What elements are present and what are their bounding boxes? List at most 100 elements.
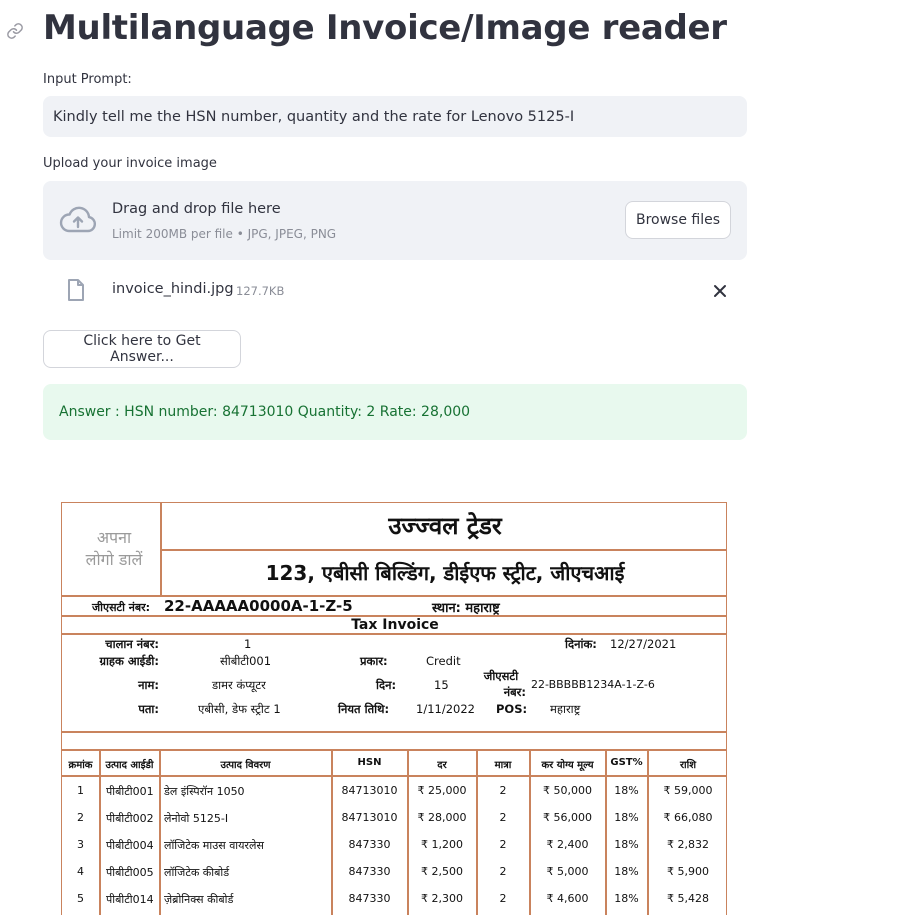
invoice-type-value: Credit bbox=[426, 654, 461, 668]
invoice-place: स्थान: महाराष्ट्र bbox=[432, 601, 500, 616]
answer-text: Answer : HSN number: 84713010 Quantity: … bbox=[59, 404, 471, 420]
cell-rate: ₹ 2,300 bbox=[421, 892, 463, 905]
customer-address-label: पता: bbox=[138, 702, 159, 716]
table-header-quantity: मात्रा bbox=[494, 760, 512, 771]
cell-quantity: 2 bbox=[499, 838, 507, 851]
customer-name-value: डामर कंप्यूटर bbox=[212, 678, 266, 692]
table-header-hsn: HSN bbox=[357, 757, 382, 768]
logo-text-line1: अपना bbox=[96, 528, 132, 547]
get-answer-button[interactable]: Click here to Get Answer... bbox=[43, 330, 241, 368]
close-icon[interactable] bbox=[711, 282, 729, 300]
customer-gst-label-line1: जीएसटी bbox=[483, 669, 519, 683]
table-header-serial: क्रमांक bbox=[68, 760, 93, 771]
invoice-date-value: 12/27/2021 bbox=[610, 637, 677, 651]
cell-product-id: पीबीटी005 bbox=[106, 866, 154, 879]
cell-quantity: 2 bbox=[499, 892, 507, 905]
cloud-upload-icon bbox=[59, 206, 97, 233]
customer-name-label: नाम: bbox=[138, 678, 159, 692]
cell-serial: 2 bbox=[77, 811, 84, 824]
table-header-gst: GST% bbox=[610, 757, 643, 768]
cell-gst: 18% bbox=[614, 892, 639, 905]
cell-amount: ₹ 5,428 bbox=[667, 892, 709, 905]
cell-gst: 18% bbox=[614, 784, 639, 797]
prompt-label: Input Prompt: bbox=[43, 72, 132, 87]
table-header-taxable-value: कर योग्य मूल्य bbox=[541, 760, 594, 771]
cell-hsn: 84713010 bbox=[341, 811, 398, 824]
cell-hsn: 847330 bbox=[348, 838, 391, 851]
customer-id-value: सीबीटी001 bbox=[220, 654, 272, 668]
customer-id-label: ग्राहक आईडी: bbox=[99, 654, 159, 668]
customer-gst-value: 22-BBBBB1234A-1-Z-6 bbox=[531, 678, 655, 691]
invoice-logo-placeholder: अपना लोगो डालें bbox=[74, 527, 154, 571]
browse-files-button[interactable]: Browse files bbox=[625, 201, 731, 239]
cell-hsn: 847330 bbox=[348, 865, 391, 878]
cell-rate: ₹ 2,500 bbox=[421, 865, 463, 878]
cell-taxable-value: ₹ 5,000 bbox=[546, 865, 589, 878]
cell-product-id: पीबीटी002 bbox=[106, 812, 154, 825]
cell-gst: 18% bbox=[614, 838, 639, 851]
cell-taxable-value: ₹ 2,400 bbox=[546, 838, 589, 851]
invoice-no-value: 1 bbox=[244, 637, 252, 651]
uploaded-file-size: 127.7KB bbox=[236, 284, 285, 298]
invoice-days-label: दिन: bbox=[376, 678, 397, 692]
invoice-company-name: उज्ज्वल ट्रेडर bbox=[388, 512, 502, 540]
file-dropzone[interactable]: Drag and drop file here Limit 200MB per … bbox=[43, 181, 747, 260]
cell-quantity: 2 bbox=[499, 865, 507, 878]
invoice-tax-invoice-title: Tax Invoice bbox=[351, 617, 439, 633]
prompt-input-value: Kindly tell me the HSN number, quantity … bbox=[53, 108, 575, 125]
invoice-days-value: 15 bbox=[434, 678, 449, 692]
cell-amount: ₹ 59,000 bbox=[663, 784, 713, 797]
table-header-rate: दर bbox=[437, 760, 447, 771]
cell-serial: 3 bbox=[77, 838, 84, 851]
pos-value: महाराष्ट्र bbox=[550, 702, 581, 716]
invoice-gst-number: 22-AAAAA0000A-1-Z-5 bbox=[164, 597, 353, 615]
customer-gst-label-line2: नंबर: bbox=[503, 685, 526, 699]
cell-gst: 18% bbox=[614, 811, 639, 824]
link-icon[interactable] bbox=[6, 22, 24, 40]
invoice-date-label: दिनांक: bbox=[565, 637, 597, 651]
table-header-description: उत्पाद विवरण bbox=[220, 760, 271, 771]
cell-taxable-value: ₹ 50,000 bbox=[543, 784, 592, 797]
cell-amount: ₹ 2,832 bbox=[667, 838, 709, 851]
cell-description: डेल इंस्पिरॉन 1050 bbox=[164, 785, 245, 798]
cell-amount: ₹ 66,080 bbox=[663, 811, 713, 824]
pos-label: POS: bbox=[496, 702, 528, 716]
cell-quantity: 2 bbox=[499, 811, 507, 824]
cell-description: ज़ेब्रोनिक्स कीबोर्ड bbox=[164, 893, 234, 906]
invoice-type-label: प्रकार: bbox=[360, 654, 388, 668]
cell-description: लॉजिटेक माउस वायरलेस bbox=[164, 839, 264, 852]
cell-description: लेनोवो 5125-I bbox=[164, 812, 229, 825]
cell-product-id: पीबीटी004 bbox=[106, 839, 154, 852]
cell-description: लॉजिटेक कीबोर्ड bbox=[164, 866, 230, 879]
cell-rate: ₹ 25,000 bbox=[417, 784, 467, 797]
invoice-no-label: चालान नंबर: bbox=[105, 637, 159, 651]
cell-product-id: पीबीटी001 bbox=[106, 785, 154, 798]
customer-address-value: एबीसी, डेफ स्ट्रीट 1 bbox=[198, 702, 281, 716]
cell-amount: ₹ 5,900 bbox=[667, 865, 709, 878]
dropzone-limit: Limit 200MB per file • JPG, JPEG, PNG bbox=[112, 227, 337, 241]
prompt-input[interactable]: Kindly tell me the HSN number, quantity … bbox=[43, 96, 747, 137]
due-date-label: नियत तिथि: bbox=[338, 702, 390, 716]
cell-hsn: 847330 bbox=[348, 892, 391, 905]
cell-product-id: पीबीटी014 bbox=[106, 893, 154, 906]
cell-hsn: 84713010 bbox=[341, 784, 398, 797]
cell-rate: ₹ 28,000 bbox=[417, 811, 467, 824]
cell-quantity: 2 bbox=[499, 784, 507, 797]
due-date-value: 1/11/2022 bbox=[416, 702, 475, 716]
answer-alert: Answer : HSN number: 84713010 Quantity: … bbox=[43, 384, 747, 440]
upload-label: Upload your invoice image bbox=[43, 156, 217, 171]
table-header-product-id: उत्पाद आईडी bbox=[105, 760, 154, 771]
invoice-company-address: 123, एबीसी बिल्डिंग, डीईएफ स्ट्रीट, जीएच… bbox=[265, 561, 625, 585]
cell-serial: 1 bbox=[77, 784, 84, 797]
cell-taxable-value: ₹ 56,000 bbox=[543, 811, 592, 824]
cell-rate: ₹ 1,200 bbox=[421, 838, 463, 851]
dropzone-instructions: Drag and drop file here bbox=[112, 201, 281, 217]
cell-serial: 4 bbox=[77, 865, 84, 878]
uploaded-file-name: invoice_hindi.jpg bbox=[112, 281, 234, 297]
page-title: Multilanguage Invoice/Image reader bbox=[43, 8, 727, 48]
table-header-amount: राशि bbox=[679, 760, 697, 771]
logo-text-line2: लोगो डालें bbox=[85, 550, 143, 569]
invoice-image: अपना लोगो डालें उज्ज्वल ट्रेडर 123, एबीस… bbox=[61, 502, 727, 915]
invoice-gst-label: जीएसटी नंबर: bbox=[92, 601, 151, 614]
cell-serial: 5 bbox=[77, 892, 84, 905]
